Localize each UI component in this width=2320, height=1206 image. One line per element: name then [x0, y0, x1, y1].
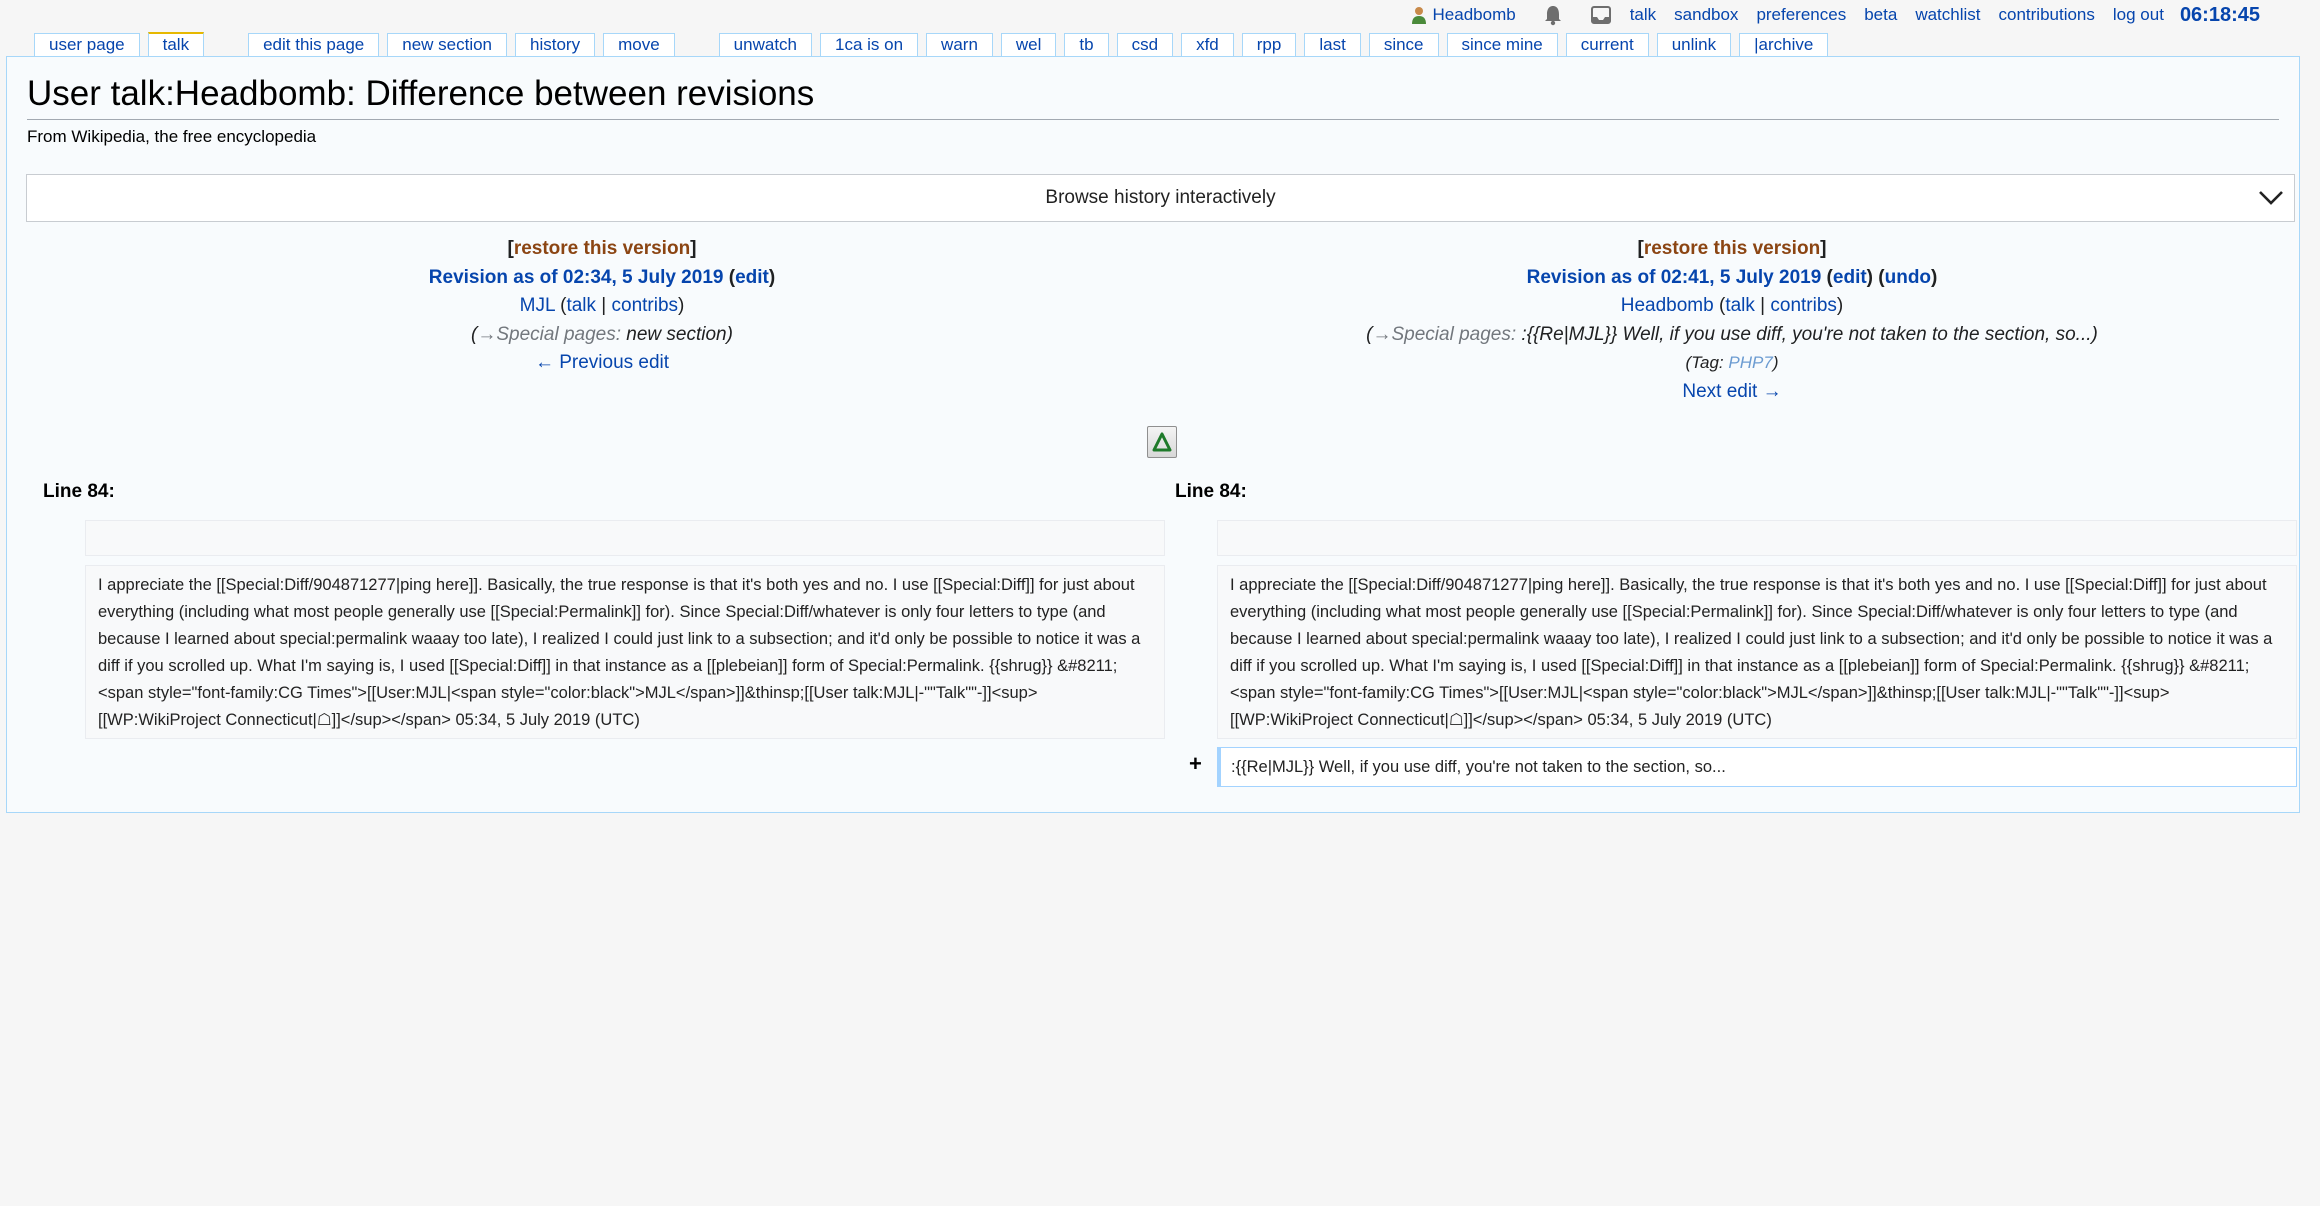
new-revision-header: [restore this version] Revision as of 02… — [1167, 235, 2297, 406]
tag-line: (Tag: PHP7) — [1685, 353, 1779, 372]
tab-wel[interactable]: wel — [1000, 33, 1057, 56]
old-context-empty-line — [85, 520, 1165, 556]
old-line-number: Line 84: — [43, 481, 115, 502]
added-line: :{{Re|MJL}} Well, if you use diff, you'r… — [1217, 747, 2297, 787]
old-user-talk-link[interactable]: talk — [566, 295, 596, 316]
tab-csd[interactable]: csd — [1116, 33, 1174, 56]
user-icon — [1411, 6, 1427, 24]
old-edit-summary: (→Special pages: new section) — [471, 323, 733, 345]
personal-toolbar: Headbomb talk sandbox preferences beta w… — [1411, 4, 2260, 26]
tab-warn[interactable]: warn — [926, 33, 993, 56]
tab-last[interactable]: last — [1304, 33, 1361, 56]
tab-move[interactable]: move — [603, 33, 675, 56]
browse-history-bar[interactable]: Browse history interactively — [26, 174, 2295, 222]
old-revision-header: [restore this version] Revision as of 02… — [27, 235, 1177, 378]
tab-unwatch[interactable]: unwatch — [718, 33, 812, 56]
previous-edit-link[interactable]: ← Previous edit — [535, 352, 669, 373]
tab-archive[interactable]: |archive — [1739, 33, 1829, 56]
old-nav: ← Previous edit — [27, 349, 1177, 378]
tab-history[interactable]: history — [515, 33, 596, 56]
tab-new-section[interactable]: new section — [387, 33, 508, 56]
tab-current[interactable]: current — [1565, 33, 1649, 56]
new-restore: [restore this version] — [1637, 238, 1827, 259]
added-line-marker: + — [1189, 751, 1202, 776]
utc-clock[interactable]: 06:18:45 — [2180, 4, 2260, 27]
new-user-talk-link[interactable]: talk — [1725, 295, 1755, 316]
old-summary-section[interactable]: →Special pages: — [477, 324, 621, 345]
tab-since[interactable]: since — [1368, 33, 1439, 56]
page-title: User talk:Headbomb: Difference between r… — [27, 71, 2279, 120]
tag-php7-link[interactable]: PHP7 — [1728, 353, 1772, 372]
tab-1ca[interactable]: 1ca is on — [820, 33, 919, 56]
old-user-line: MJL (talk | contribs) — [519, 295, 685, 316]
old-revision-title: Revision as of 02:34, 5 July 2019 (edit) — [428, 266, 776, 288]
browse-history-label: Browse history interactively — [1045, 187, 1276, 208]
new-user-line: Headbomb (talk | contribs) — [1620, 295, 1844, 316]
pt-talk[interactable]: talk — [1630, 5, 1656, 25]
pt-beta[interactable]: beta — [1864, 5, 1897, 25]
tab-tb[interactable]: tb — [1064, 33, 1109, 56]
new-edit-summary: (→Special pages: :{{Re|MJL}} Well, if yo… — [1366, 323, 2098, 345]
undo-link[interactable]: undo — [1885, 267, 1931, 288]
tab-talk[interactable]: talk — [147, 32, 205, 56]
chevron-down-icon[interactable] — [2258, 187, 2284, 209]
new-user-link[interactable]: Headbomb — [1621, 295, 1714, 316]
new-context-empty-line — [1217, 520, 2297, 556]
tab-user-page[interactable]: user page — [34, 33, 140, 56]
site-subtitle: From Wikipedia, the free encyclopedia — [27, 127, 317, 146]
old-restore: [restore this version] — [507, 238, 697, 259]
new-user-contribs-link[interactable]: contribs — [1770, 295, 1837, 316]
content-area: User talk:Headbomb: Difference between r… — [6, 56, 2300, 813]
old-user-contribs-link[interactable]: contribs — [612, 295, 679, 316]
delta-icon[interactable] — [1147, 426, 1177, 458]
tag-label: Tag: — [1691, 353, 1724, 372]
old-revision-link[interactable]: Revision as of 02:34, 5 July 2019 — [429, 267, 724, 288]
old-summary-text: new section — [621, 323, 727, 345]
new-revision-link[interactable]: Revision as of 02:41, 5 July 2019 — [1527, 267, 1822, 288]
new-line-number: Line 84: — [1175, 481, 1247, 502]
tab-xfd[interactable]: xfd — [1181, 33, 1234, 56]
new-context-line: I appreciate the [[Special:Diff/90487127… — [1217, 565, 2297, 739]
tray-icon[interactable] — [1590, 4, 1612, 26]
old-context-line: I appreciate the [[Special:Diff/90487127… — [85, 565, 1165, 739]
tab-rpp[interactable]: rpp — [1241, 33, 1297, 56]
tab-edit[interactable]: edit this page — [248, 33, 380, 56]
old-edit-link[interactable]: edit — [735, 267, 769, 288]
new-revision-title: Revision as of 02:41, 5 July 2019 (edit)… — [1526, 266, 1938, 288]
page-tabs: user page talk edit this page new sectio… — [34, 32, 1829, 56]
user-link[interactable]: Headbomb — [1433, 5, 1516, 25]
old-user-link[interactable]: MJL — [520, 295, 555, 316]
next-edit-link[interactable]: Next edit → — [1682, 381, 1781, 402]
old-restore-link[interactable]: restore this version — [514, 238, 690, 259]
tab-since-mine[interactable]: since mine — [1446, 33, 1558, 56]
tab-unlink[interactable]: unlink — [1656, 33, 1732, 56]
new-summary-section[interactable]: →Special pages: — [1372, 324, 1516, 345]
pt-logout[interactable]: log out — [2113, 5, 2164, 25]
bell-icon[interactable] — [1542, 4, 1564, 26]
pt-contributions[interactable]: contributions — [1999, 5, 2095, 25]
new-nav: Next edit → — [1167, 378, 2297, 407]
pt-sandbox[interactable]: sandbox — [1674, 5, 1738, 25]
new-edit-link[interactable]: edit — [1833, 267, 1867, 288]
new-restore-link[interactable]: restore this version — [1644, 238, 1820, 259]
pt-preferences[interactable]: preferences — [1756, 5, 1846, 25]
pt-watchlist[interactable]: watchlist — [1915, 5, 1980, 25]
new-summary-text: :{{Re|MJL}} Well, if you use diff, you'r… — [1516, 323, 2092, 345]
